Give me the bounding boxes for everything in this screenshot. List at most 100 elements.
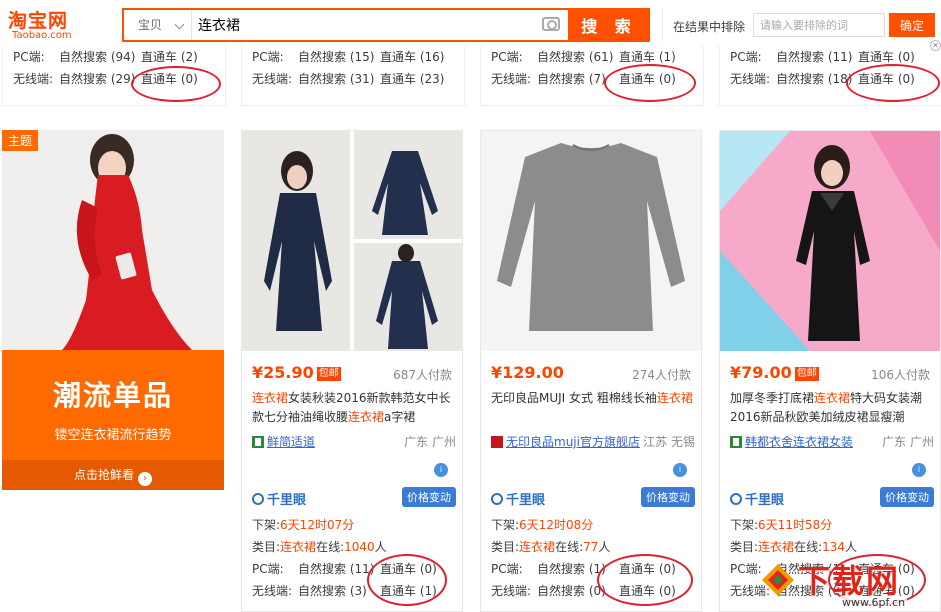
stats-cell: PC端: 自然搜索 (11) 直通车 (0) 无线端: 自然搜索 (18) 直通车 (0…	[719, 46, 941, 106]
free-shipping-badge: 包邮	[316, 367, 341, 381]
exclude-confirm-button[interactable]: 确定	[889, 13, 935, 37]
wx-label: 无线端:	[491, 584, 532, 598]
shop-icon	[491, 436, 503, 448]
info-icon[interactable]: i	[434, 463, 448, 477]
title-text: a字裙	[384, 410, 416, 424]
qianliyan-row: 千里眼 价格变动	[252, 487, 456, 509]
theme-cta-button[interactable]: 点击抢鲜看 ›	[2, 460, 224, 490]
category-label: 类目:	[730, 540, 759, 554]
online-value: 1040	[344, 540, 375, 554]
wx-natural-search: 自然搜索 (3)	[298, 584, 367, 598]
paid-count: 274人付款	[632, 368, 691, 382]
pc-label: PC端:	[252, 50, 284, 64]
wx-stats: 无线端: 自然搜索 (29) 直通车 (0)	[13, 68, 225, 90]
product-card[interactable]: ¥129.00 274人付款 无印良品MUJI 女式 粗棉线长袖连衣裙 无印良品…	[480, 130, 702, 612]
info-icon[interactable]: i	[673, 463, 687, 477]
price-change-button[interactable]: 价格变动	[641, 487, 695, 507]
category-line: 类目:连衣裙在线:1040人	[252, 537, 456, 557]
info-icon[interactable]: i	[912, 463, 926, 477]
wx-ztc: 直通车 (0)	[858, 72, 915, 86]
product-title[interactable]: 无印良品MUJI 女式 粗棉线长袖连衣裙	[491, 389, 695, 408]
shop-name[interactable]: 无印良品muji官方旗舰店	[506, 435, 640, 449]
wx-label: 无线端:	[13, 72, 54, 86]
shelf-line: 下架:6天12时08分	[491, 515, 695, 535]
shelf-label: 下架:	[252, 518, 281, 532]
pc-label: PC端:	[730, 50, 762, 64]
shop-name[interactable]: 韩都衣舍连衣裙女装	[745, 435, 853, 449]
product-title[interactable]: 连衣裙女装秋装2016新款韩范女中长款七分袖油绳收腰连衣裙a字裙	[252, 389, 456, 427]
product-card[interactable]: ¥25.90 包邮 687人付款 连衣裙女装秋装2016新款韩范女中长款七分袖油绳…	[241, 130, 463, 612]
price: ¥129.00	[491, 363, 564, 382]
wx-label: 无线端:	[252, 72, 293, 86]
category-label: 类目:	[491, 540, 520, 554]
stats-cell: PC端: 自然搜索 (61) 直通车 (1) 无线端: 自然搜索 (7) 直通车 (0)	[480, 46, 704, 106]
shelf-value: 6天11时58分	[758, 518, 833, 532]
category-value: 连衣裙	[280, 540, 317, 554]
product-title[interactable]: 加厚冬季打底裙连衣裙特大码女装潮2016新品秋欧美加绒皮裙显瘦潮	[730, 389, 934, 427]
pc-stats: PC端: 自然搜索 (11) 直通车 (0)	[252, 559, 456, 579]
wx-label: 无线端:	[491, 72, 532, 86]
search-bar: 宝贝 搜 索	[122, 8, 650, 42]
exclude-panel: 在结果中排除 确定	[662, 8, 941, 42]
theme-photo	[2, 130, 224, 350]
wx-label: 无线端:	[252, 584, 293, 598]
shop-row: 韩都衣舍连衣裙女装 广东 广州	[730, 433, 934, 451]
online-label: 在线:	[316, 540, 345, 554]
pc-stats: PC端: 自然搜索 (11) 直通车 (0)	[730, 46, 941, 68]
logo-text: 淘宝网	[8, 10, 69, 32]
wx-natural-search: 自然搜索 (18)	[776, 72, 853, 86]
theme-tag: 主题	[2, 130, 39, 151]
free-shipping-badge: 包邮	[794, 367, 819, 381]
shop-row: 鲜简适道 广东 广州	[252, 433, 456, 451]
qianliyan-row: 千里眼 价格变动	[491, 487, 695, 509]
shelf-label: 下架:	[491, 518, 520, 532]
shop-location: 江苏 无锡	[643, 435, 695, 449]
wx-stats: 无线端: 自然搜索 (0) 直通车 (0)	[491, 581, 695, 601]
shelf-line: 下架:6天11时58分	[730, 515, 934, 535]
search-input[interactable]	[198, 13, 528, 37]
category-label: 类目:	[252, 540, 281, 554]
theme-promo-card[interactable]: 主题 潮流单品 镂空连衣裙流行趋势 点击抢鲜看 ›	[2, 130, 224, 590]
shelf-value: 6天12时07分	[280, 518, 355, 532]
wx-label: 无线端:	[730, 72, 771, 86]
title-highlight: 连衣裙	[814, 391, 851, 405]
online-unit: 人	[845, 540, 858, 554]
online-value: 134	[822, 540, 846, 554]
search-scope-dropdown[interactable]: 宝贝	[124, 10, 192, 40]
shop-icon	[252, 436, 264, 448]
close-icon[interactable]: ✕	[930, 40, 941, 51]
price-change-button[interactable]: 价格变动	[402, 487, 456, 507]
product-image[interactable]	[481, 131, 701, 351]
theme-subtitle: 镂空连衣裙流行趋势	[54, 428, 172, 443]
search-button[interactable]: 搜 索	[568, 8, 650, 42]
top-header: 淘宝网 Taobao.com 宝贝 搜 索 在结果中排除 确定	[0, 0, 941, 46]
category-line: 类目:连衣裙在线:134人	[730, 537, 934, 557]
taobao-logo[interactable]: 淘宝网 Taobao.com	[8, 6, 96, 41]
eye-icon	[252, 493, 264, 505]
eye-icon	[730, 493, 742, 505]
online-value: 77	[583, 540, 599, 554]
pc-label: PC端:	[491, 50, 523, 64]
shop-location: 广东 广州	[404, 435, 456, 449]
wx-ztc: 直通车 (0)	[141, 72, 198, 86]
pc-ztc: 直通车 (0)	[380, 562, 437, 576]
online-label: 在线:	[794, 540, 823, 554]
online-label: 在线:	[555, 540, 584, 554]
category-value: 连衣裙	[758, 540, 795, 554]
camera-icon[interactable]	[542, 17, 560, 31]
price-change-button[interactable]: 价格变动	[880, 487, 934, 507]
wx-stats: 无线端: 自然搜索 (18) 直通车 (0)	[730, 68, 941, 90]
qianliyan-label: 千里眼	[267, 493, 307, 508]
pc-label: PC端:	[491, 562, 523, 576]
exclude-input[interactable]	[753, 13, 885, 37]
wx-natural-search: 自然搜索 (29)	[59, 72, 136, 86]
shop-name[interactable]: 鲜简适道	[267, 435, 315, 449]
price-row: ¥129.00 274人付款	[491, 363, 691, 385]
watermark-logo-icon	[762, 564, 794, 596]
shop-row: 无印良品muji官方旗舰店 江苏 无锡	[491, 433, 695, 451]
product-image[interactable]	[720, 131, 940, 351]
pc-natural-search: 自然搜索 (11)	[776, 50, 853, 64]
product-card[interactable]: ¥79.00 包邮 106人付款 加厚冬季打底裙连衣裙特大码女装潮2016新品秋欧…	[719, 130, 941, 612]
product-image[interactable]	[242, 131, 462, 351]
price-row: ¥79.00 包邮 106人付款	[730, 363, 930, 385]
